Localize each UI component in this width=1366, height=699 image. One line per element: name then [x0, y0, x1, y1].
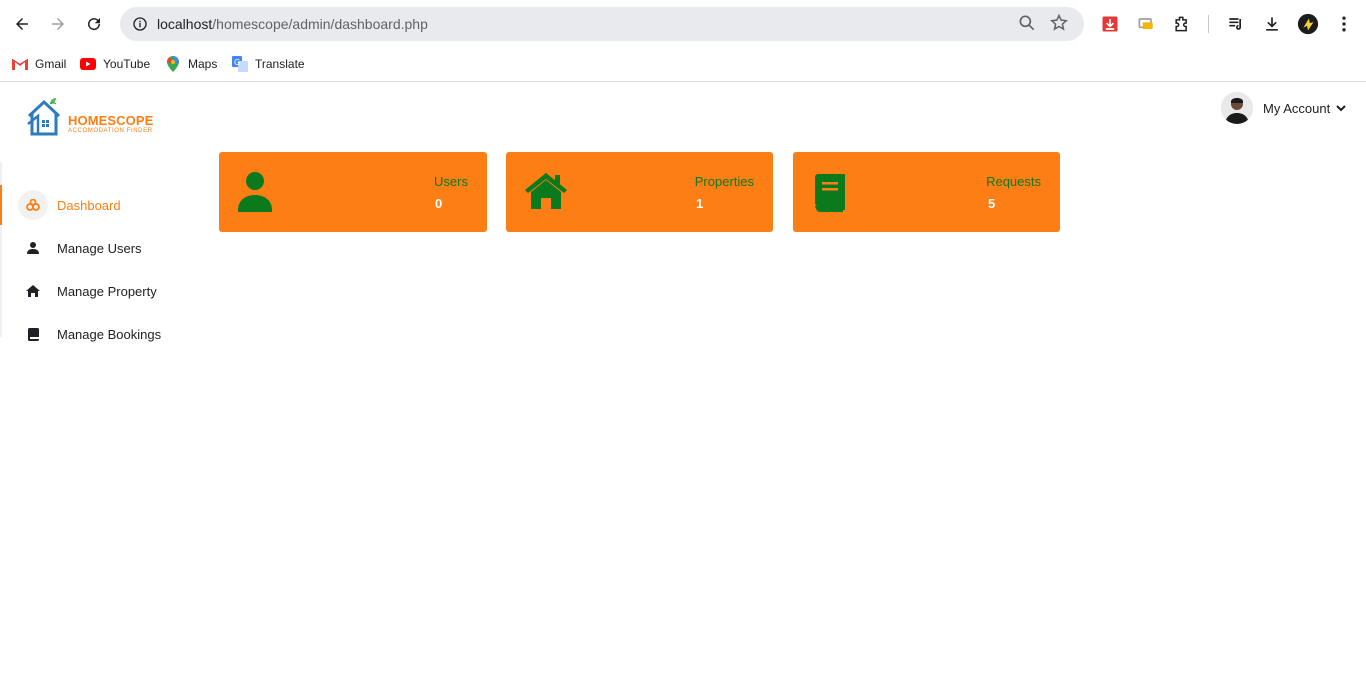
cast-extension-icon[interactable] — [1134, 12, 1158, 36]
url-text[interactable]: localhost/homescope/admin/dashboard.php — [157, 16, 428, 32]
download-extension-icon[interactable] — [1098, 12, 1122, 36]
sidebar-item-manage-bookings[interactable]: Manage Bookings — [2, 314, 200, 354]
back-arrow-icon — [16, 18, 28, 30]
downloads-icon[interactable] — [1260, 12, 1284, 36]
logo-title: HOMESCOPE — [68, 113, 154, 128]
stat-value: 0 — [435, 196, 443, 211]
back-button[interactable] — [10, 12, 34, 36]
media-controls-icon[interactable] — [1224, 12, 1248, 36]
svg-text:G: G — [234, 58, 240, 67]
bookmark-label: YouTube — [103, 57, 151, 71]
bookmark-gmail[interactable]: Gmail — [12, 53, 66, 75]
homescope-logo[interactable]: HOMESCOPE ACCOMODATION FINDER — [26, 94, 166, 140]
site-info-icon[interactable] — [128, 12, 152, 36]
url-host: localhost — [157, 16, 213, 32]
user-icon — [238, 172, 272, 212]
sidebar-item-label: Manage Users — [57, 240, 142, 256]
youtube-icon — [80, 56, 96, 72]
bookmark-maps[interactable]: Maps — [165, 53, 217, 75]
my-account-menu[interactable]: My Account — [1221, 92, 1346, 124]
forward-button[interactable] — [46, 12, 70, 36]
sidebar-nav: Dashboard Manage Users Manage Property M… — [0, 162, 202, 342]
sidebar-item-dashboard[interactable]: Dashboard — [0, 185, 200, 225]
reload-icon — [88, 18, 101, 31]
home-icon — [18, 276, 48, 306]
bookmark-label: Translate — [255, 57, 305, 71]
stat-card-properties[interactable]: Properties 1 — [506, 152, 773, 232]
house-logo-icon — [27, 98, 61, 136]
zoom-icon[interactable] — [1017, 13, 1037, 38]
logo-subtitle: ACCOMODATION FINDER — [68, 128, 153, 134]
bookmark-translate[interactable]: G Translate — [232, 53, 305, 75]
dashboard-icon — [18, 190, 48, 220]
sidebar-item-manage-users[interactable]: Manage Users — [2, 228, 200, 268]
account-label: My Account — [1263, 100, 1331, 116]
sidebar-item-label: Dashboard — [57, 197, 121, 213]
sidebar-item-label: Manage Property — [57, 283, 157, 299]
stat-value: 5 — [988, 196, 996, 211]
bookmark-label: Gmail — [35, 57, 67, 71]
book-icon — [815, 174, 845, 212]
bookmark-star-icon[interactable] — [1049, 13, 1069, 38]
browser-toolbar: localhost/homescope/admin/dashboard.php — [0, 0, 1366, 48]
url-path: /homescope/admin/dashboard.php — [212, 16, 428, 32]
account-avatar — [1221, 92, 1253, 124]
user-icon — [18, 233, 48, 263]
dashboard-page: HOMESCOPE ACCOMODATION FINDER My Account… — [0, 82, 1366, 699]
gmail-icon — [12, 56, 28, 72]
address-bar[interactable]: localhost/homescope/admin/dashboard.php — [120, 7, 1084, 41]
sidebar-item-label: Manage Bookings — [57, 326, 162, 342]
forward-arrow-icon — [52, 18, 64, 30]
book-icon — [18, 319, 48, 349]
toolbar-divider — [1208, 15, 1209, 33]
stat-label: Properties — [694, 174, 754, 189]
maps-pin-icon — [165, 56, 181, 72]
chevron-down-icon — [1336, 104, 1346, 112]
profile-avatar-icon[interactable] — [1296, 12, 1320, 36]
stat-card-requests[interactable]: Requests 5 — [793, 152, 1060, 232]
bookmark-label: Maps — [188, 57, 218, 71]
translate-icon: G — [232, 56, 248, 72]
extensions-puzzle-icon[interactable] — [1170, 12, 1194, 36]
stat-label: Requests — [986, 174, 1041, 189]
stat-label: Users — [434, 174, 468, 189]
stat-card-users[interactable]: Users 0 — [219, 152, 487, 232]
bookmark-youtube[interactable]: YouTube — [80, 53, 150, 75]
home-icon — [525, 173, 567, 209]
sidebar-item-manage-property[interactable]: Manage Property — [2, 271, 200, 311]
stat-value: 1 — [696, 196, 704, 211]
reload-button[interactable] — [82, 12, 106, 36]
bookmarks-bar: Gmail YouTube Maps G Translate — [0, 48, 1366, 82]
browser-menu-icon[interactable] — [1332, 12, 1356, 36]
